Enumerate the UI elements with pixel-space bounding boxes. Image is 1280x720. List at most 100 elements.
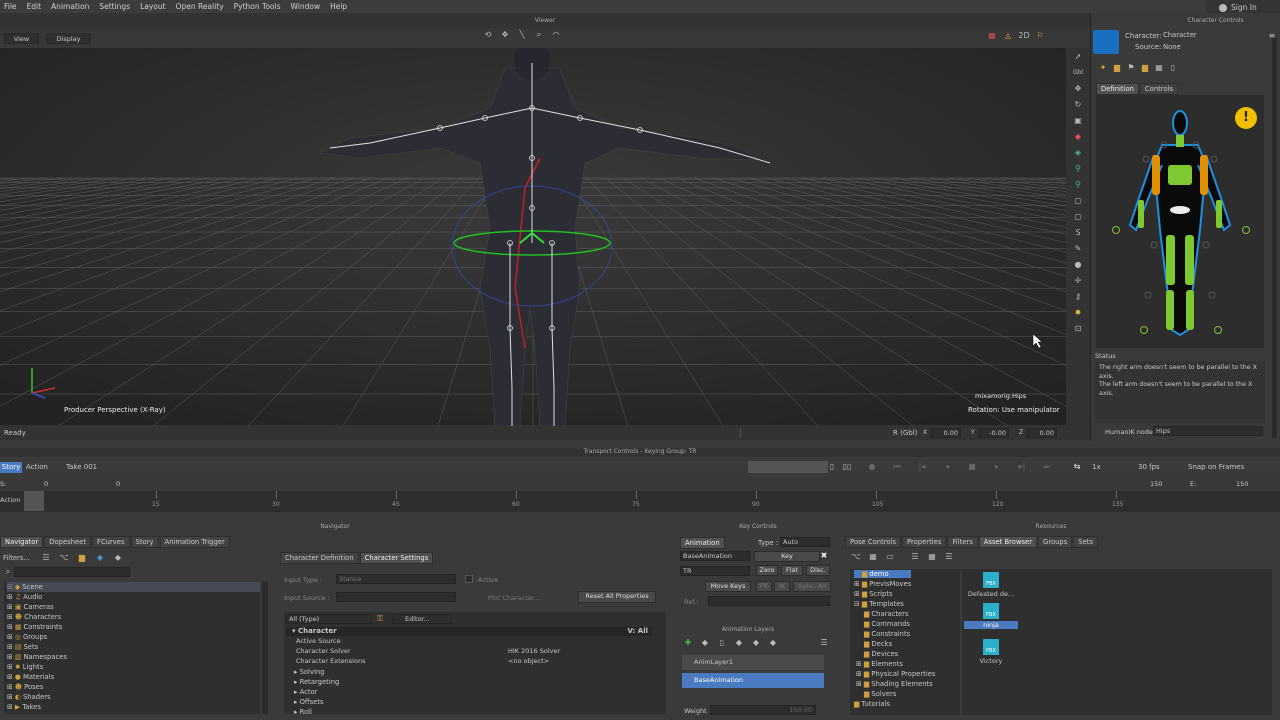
key-button[interactable]: Key — [754, 551, 820, 562]
rotate-icon[interactable]: ↻ — [1072, 100, 1084, 110]
tree-item[interactable]: ⊞ ✹ Lights — [7, 662, 260, 672]
record-icon[interactable]: ● — [866, 462, 878, 472]
global-icon[interactable]: Gbl — [1072, 68, 1084, 78]
key-icon[interactable]: ⚷ — [1072, 292, 1084, 302]
add-layer-icon[interactable]: ✚ — [682, 638, 694, 648]
frame-icon[interactable]: ⊡ — [1072, 324, 1084, 334]
tree-item[interactable]: ⊞ ♫ Audio — [7, 592, 260, 602]
stance-icon[interactable]: ▆ — [1139, 63, 1151, 73]
layer-up-icon[interactable]: ◆ — [699, 638, 711, 648]
asset-folder[interactable]: ▆ Commands — [854, 619, 960, 629]
tab-fcurves[interactable]: FCurves — [92, 536, 130, 548]
tree-item[interactable]: ⊞ ◐ Shaders — [7, 692, 260, 702]
key-mode-icon[interactable]: ✦ — [1097, 63, 1109, 73]
tree-item[interactable]: ⊞ ▦ Constraints — [7, 622, 260, 632]
navigator-search-input[interactable] — [14, 567, 130, 577]
character-extensions-field[interactable]: <no object> — [508, 657, 624, 665]
pose-mode-icon[interactable]: ⚑ — [1125, 63, 1137, 73]
tab-character-definition[interactable]: Character Definition — [280, 552, 359, 564]
large-icons-icon[interactable]: ▦ — [926, 552, 938, 562]
lock-view-icon[interactable]: ⚐ — [1034, 31, 1046, 41]
sync-all-button[interactable]: Sync. All — [793, 581, 831, 592]
fk-icon[interactable]: ⚲ — [1072, 180, 1084, 190]
start-value[interactable]: 0 — [44, 480, 48, 488]
layer-lock-icon[interactable]: ◆ — [767, 638, 779, 648]
tree-view-icon[interactable]: ⌥ — [850, 552, 862, 562]
forward-arrow-icon[interactable]: ◆ — [112, 553, 124, 563]
key-type-dropdown[interactable]: Auto — [780, 537, 830, 547]
tree-item[interactable]: ⊞ ◎ Groups — [7, 632, 260, 642]
time-range-bar[interactable]: S: 0 0 150 E: 150 — [0, 478, 1280, 491]
reset-all-properties-button[interactable]: Reset All Properties — [578, 591, 656, 603]
pan-icon[interactable]: ✥ — [499, 30, 511, 40]
layer-mute-icon[interactable]: ◆ — [733, 638, 745, 648]
layer-solo-icon[interactable]: ◆ — [750, 638, 762, 648]
menu-edit[interactable]: Edit — [23, 2, 48, 11]
type-filter-dropdown[interactable]: All (Type) — [286, 614, 372, 624]
select-tool-icon[interactable]: ╲ — [516, 30, 528, 40]
tab-sets[interactable]: Sets — [1073, 536, 1098, 548]
humanik-node-field[interactable]: Hips — [1153, 426, 1263, 436]
delete-key-icon[interactable]: ✖ — [818, 551, 830, 561]
ik-icon[interactable]: ⚲ — [1072, 164, 1084, 174]
sphere-icon[interactable]: ● — [1072, 260, 1084, 270]
transform-icon[interactable]: ◆ — [1072, 132, 1084, 142]
disc-button[interactable]: Disc. — [806, 565, 830, 576]
character-dropdown[interactable]: Character — [1163, 31, 1263, 41]
select-arrow-icon[interactable]: ➚ — [1072, 52, 1084, 62]
asset-folder[interactable]: ▆ Tutorials — [854, 699, 960, 709]
delete-icon[interactable]: ▯ — [1167, 63, 1179, 73]
menu-python-tools[interactable]: Python Tools — [230, 2, 287, 11]
menu-animation[interactable]: Animation — [47, 2, 95, 11]
tab-pose-controls[interactable]: Pose Controls — [845, 536, 902, 548]
tab-navigator[interactable]: Navigator — [0, 536, 44, 548]
zoom-icon[interactable]: ⌕ — [533, 30, 545, 40]
translate-icon[interactable]: ✥ — [1072, 84, 1084, 94]
view-menu[interactable]: View — [4, 33, 39, 44]
layer-row[interactable]: AnimLayer1 — [682, 655, 824, 670]
animation-layer-dropdown[interactable]: BaseAnimation — [680, 551, 750, 561]
menu-window[interactable]: Window — [287, 2, 327, 11]
ik-button[interactable]: IK — [774, 581, 790, 592]
asset-folder[interactable]: ▆ Devices — [854, 649, 960, 659]
scale-icon[interactable]: ▣ — [1072, 116, 1084, 126]
details-view-icon[interactable]: ☰ — [909, 552, 921, 562]
group-solving[interactable]: ▸ Solving — [294, 667, 339, 677]
menu-layout[interactable]: Layout — [136, 2, 172, 11]
zero-button[interactable]: Zero — [756, 565, 778, 576]
tree-item[interactable]: ⊞ ▣ Cameras — [7, 602, 260, 612]
character-section-header[interactable]: ▾ Character V: All — [286, 627, 652, 636]
group-actor[interactable]: ▸ Actor — [294, 687, 339, 697]
weight-field[interactable]: 100.00 — [710, 705, 816, 715]
3d-viewport[interactable]: Producer Perspective (X-Ray) mixamorig:H… — [0, 48, 1066, 426]
asset-folder[interactable]: ⊞ ▆ Scripts — [854, 589, 960, 599]
move-keys-button[interactable]: Move Keys — [705, 581, 751, 592]
asset-folder[interactable]: ⊞ ▆ Elements — [854, 659, 960, 669]
tab-controls[interactable]: Controls — [1139, 83, 1179, 95]
group-roll[interactable]: ▸ Roll — [294, 707, 339, 717]
source-dropdown[interactable]: None — [1163, 43, 1263, 53]
menu-file[interactable]: File — [0, 2, 23, 11]
orbit-icon[interactable]: ◠ — [550, 30, 562, 40]
group-retargeting[interactable]: ▸ Retargeting — [294, 677, 339, 687]
asset-folder[interactable]: ▆ Constraints — [854, 629, 960, 639]
keying-group-dropdown[interactable]: TR — [680, 566, 750, 576]
input-source-dropdown[interactable] — [336, 592, 456, 602]
asset-folder[interactable]: ⊞ ▆ PrevisMoves — [854, 579, 960, 589]
layer-row-selected[interactable]: BaseAnimation — [682, 673, 824, 688]
lock-icon[interactable]: ⚿ — [374, 614, 386, 624]
humanik-figure-area[interactable]: ! — [1096, 95, 1264, 348]
editor-button[interactable]: Editor... — [392, 614, 452, 624]
layer-menu-icon[interactable]: ☰ — [818, 638, 830, 648]
tab-dopesheet[interactable]: Dopesheet — [44, 536, 92, 548]
asset-item-selected[interactable]: FBX ninja — [964, 603, 1018, 629]
pose-icon[interactable]: ◻ — [1072, 212, 1084, 222]
menu-settings[interactable]: Settings — [95, 2, 136, 11]
tree-item-scene[interactable]: ⊟ ◆ Scene — [7, 582, 260, 592]
render-mode-icon[interactable]: ▦ — [986, 31, 998, 41]
pen-icon[interactable]: ✎ — [1072, 244, 1084, 254]
rotate-view-icon[interactable]: ⟲ — [482, 30, 494, 40]
list-view-icon[interactable]: ☰ — [40, 553, 52, 563]
icon-view-icon[interactable]: ▦ — [867, 552, 879, 562]
tab-animation-trigger[interactable]: Animation Trigger — [159, 536, 230, 548]
